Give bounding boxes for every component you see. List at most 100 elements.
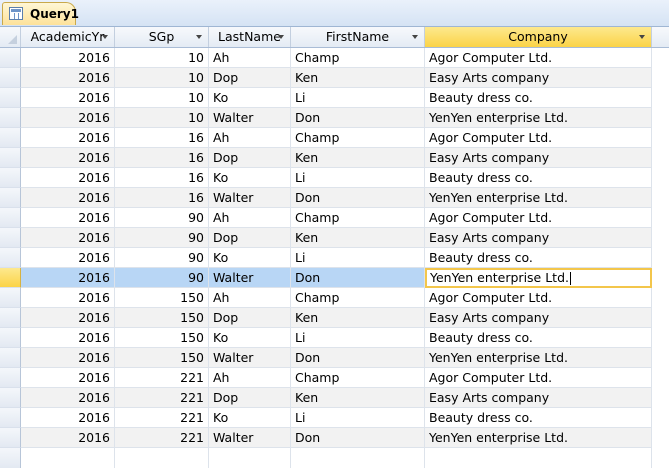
cell-company[interactable]: Agor Computer Ltd.: [425, 48, 652, 68]
table-row[interactable]: 2016 16 Dop Ken Easy Arts company: [0, 148, 669, 168]
table-row[interactable]: 2016 16 Walter Don YenYen enterprise Ltd.: [0, 188, 669, 208]
cell-company[interactable]: YenYen enterprise Ltd.: [425, 268, 652, 288]
record-selector[interactable]: [0, 188, 21, 208]
cell-firstname[interactable]: Ken: [291, 308, 425, 328]
cell-company[interactable]: Agor Computer Ltd.: [425, 128, 652, 148]
cell-firstname[interactable]: Champ: [291, 208, 425, 228]
record-selector[interactable]: [0, 228, 21, 248]
cell-firstname[interactable]: Ken: [291, 228, 425, 248]
record-selector[interactable]: [0, 428, 21, 448]
cell-company[interactable]: Easy Arts company: [425, 228, 652, 248]
cell-lastname[interactable]: Walter: [209, 268, 291, 288]
cell-sgp[interactable]: 16: [115, 148, 209, 168]
cell-academicyr[interactable]: 2016: [21, 388, 115, 408]
cell-sgp[interactable]: 90: [115, 228, 209, 248]
new-record-cell[interactable]: [21, 448, 115, 468]
cell-company[interactable]: Beauty dress co.: [425, 168, 652, 188]
cell-academicyr[interactable]: 2016: [21, 188, 115, 208]
cell-lastname[interactable]: Dop: [209, 308, 291, 328]
table-row[interactable]: 2016 221 Ko Li Beauty dress co.: [0, 408, 669, 428]
record-selector[interactable]: [0, 88, 21, 108]
cell-academicyr[interactable]: 2016: [21, 228, 115, 248]
table-row[interactable]: 2016 221 Dop Ken Easy Arts company: [0, 388, 669, 408]
cell-lastname[interactable]: Ko: [209, 328, 291, 348]
select-all-button[interactable]: [0, 27, 21, 47]
cell-firstname[interactable]: Don: [291, 268, 425, 288]
cell-lastname[interactable]: Walter: [209, 108, 291, 128]
new-record-cell[interactable]: [291, 448, 425, 468]
cell-sgp[interactable]: 150: [115, 348, 209, 368]
column-header-lastname[interactable]: LastName: [209, 27, 291, 47]
cell-lastname[interactable]: Ah: [209, 288, 291, 308]
cell-lastname[interactable]: Ah: [209, 128, 291, 148]
tab-query1[interactable]: Query1: [2, 2, 79, 25]
cell-company[interactable]: YenYen enterprise Ltd.: [425, 348, 652, 368]
filter-dropdown-icon[interactable]: [639, 35, 645, 39]
cell-academicyr[interactable]: 2016: [21, 348, 115, 368]
filter-dropdown-icon[interactable]: [278, 35, 284, 39]
table-row[interactable]: 2016 150 Walter Don YenYen enterprise Ltd.: [0, 348, 669, 368]
cell-firstname[interactable]: Don: [291, 348, 425, 368]
cell-lastname[interactable]: Dop: [209, 68, 291, 88]
cell-sgp[interactable]: 90: [115, 208, 209, 228]
cell-firstname[interactable]: Ken: [291, 148, 425, 168]
cell-company[interactable]: Beauty dress co.: [425, 328, 652, 348]
cell-company[interactable]: Agor Computer Ltd.: [425, 288, 652, 308]
record-selector[interactable]: [0, 168, 21, 188]
cell-lastname[interactable]: Ko: [209, 248, 291, 268]
cell-lastname[interactable]: Ah: [209, 208, 291, 228]
record-selector[interactable]: [0, 388, 21, 408]
cell-sgp[interactable]: 10: [115, 88, 209, 108]
cell-firstname[interactable]: Don: [291, 428, 425, 448]
table-row[interactable]: 2016 90 Ah Champ Agor Computer Ltd.: [0, 208, 669, 228]
cell-firstname[interactable]: Li: [291, 328, 425, 348]
cell-lastname[interactable]: Ah: [209, 368, 291, 388]
cell-academicyr[interactable]: 2016: [21, 48, 115, 68]
cell-company[interactable]: YenYen enterprise Ltd.: [425, 108, 652, 128]
record-selector[interactable]: [0, 68, 21, 88]
new-record-cell[interactable]: [425, 448, 652, 468]
cell-company[interactable]: Agor Computer Ltd.: [425, 208, 652, 228]
cell-sgp[interactable]: 221: [115, 428, 209, 448]
cell-firstname[interactable]: Champ: [291, 368, 425, 388]
filter-dropdown-icon[interactable]: [412, 35, 418, 39]
table-row[interactable]: 2016 10 Dop Ken Easy Arts company: [0, 68, 669, 88]
cell-sgp[interactable]: 150: [115, 288, 209, 308]
cell-academicyr[interactable]: 2016: [21, 288, 115, 308]
filter-dropdown-icon[interactable]: [102, 35, 108, 39]
cell-sgp[interactable]: 16: [115, 128, 209, 148]
record-selector[interactable]: [0, 148, 21, 168]
table-row[interactable]: 2016 150 Ah Champ Agor Computer Ltd.: [0, 288, 669, 308]
cell-academicyr[interactable]: 2016: [21, 128, 115, 148]
cell-firstname[interactable]: Don: [291, 188, 425, 208]
new-record-selector[interactable]: [0, 448, 21, 468]
table-row[interactable]: 2016 90 Walter Don YenYen enterprise Ltd.: [0, 268, 669, 288]
cell-academicyr[interactable]: 2016: [21, 68, 115, 88]
column-header-sgp[interactable]: SGp: [115, 27, 209, 47]
table-row[interactable]: 2016 10 Walter Don YenYen enterprise Ltd.: [0, 108, 669, 128]
cell-company[interactable]: Easy Arts company: [425, 148, 652, 168]
record-selector[interactable]: [0, 348, 21, 368]
cell-academicyr[interactable]: 2016: [21, 328, 115, 348]
record-selector[interactable]: [0, 268, 21, 288]
new-record-cell[interactable]: [115, 448, 209, 468]
new-record-cell[interactable]: [209, 448, 291, 468]
cell-lastname[interactable]: Dop: [209, 388, 291, 408]
table-row[interactable]: 2016 90 Ko Li Beauty dress co.: [0, 248, 669, 268]
table-row[interactable]: 2016 221 Ah Champ Agor Computer Ltd.: [0, 368, 669, 388]
cell-company[interactable]: Easy Arts company: [425, 308, 652, 328]
table-row[interactable]: 2016 10 Ko Li Beauty dress co.: [0, 88, 669, 108]
record-selector[interactable]: [0, 288, 21, 308]
record-selector[interactable]: [0, 208, 21, 228]
table-row[interactable]: 2016 16 Ah Champ Agor Computer Ltd.: [0, 128, 669, 148]
record-selector[interactable]: [0, 48, 21, 68]
cell-academicyr[interactable]: 2016: [21, 268, 115, 288]
cell-company[interactable]: Beauty dress co.: [425, 408, 652, 428]
cell-academicyr[interactable]: 2016: [21, 148, 115, 168]
cell-company[interactable]: Easy Arts company: [425, 68, 652, 88]
cell-academicyr[interactable]: 2016: [21, 408, 115, 428]
cell-firstname[interactable]: Li: [291, 168, 425, 188]
cell-sgp[interactable]: 150: [115, 308, 209, 328]
cell-firstname[interactable]: Li: [291, 248, 425, 268]
filter-dropdown-icon[interactable]: [196, 35, 202, 39]
